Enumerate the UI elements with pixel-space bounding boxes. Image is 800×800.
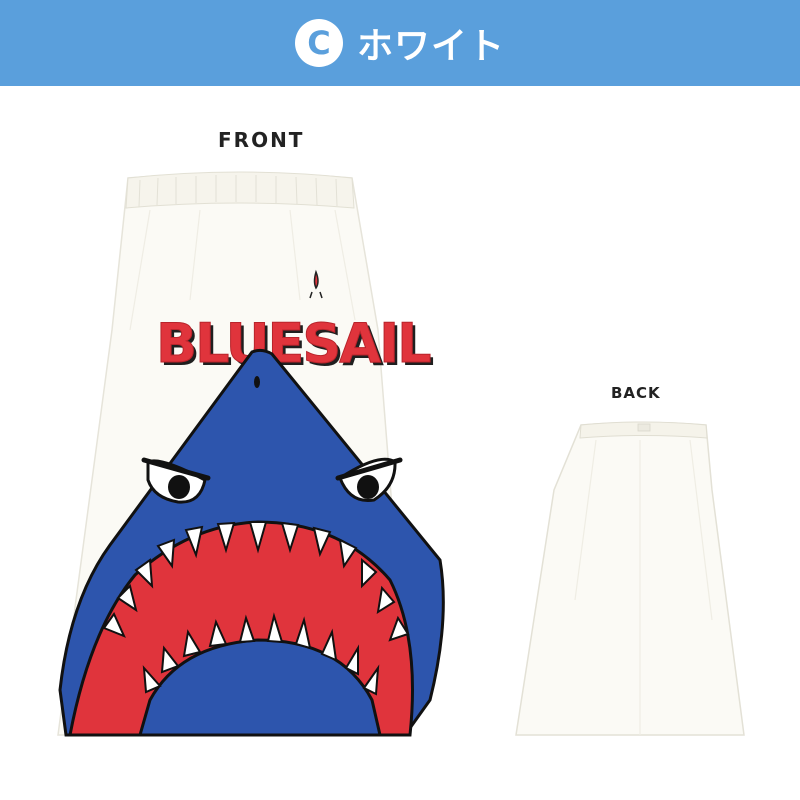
back-towel-body <box>515 421 745 736</box>
brand-text: BLUESAIL <box>156 312 430 375</box>
back-towel <box>515 421 745 736</box>
front-towel: BLUESAIL BLUESAIL <box>57 171 445 737</box>
front-waistband <box>125 171 355 209</box>
shark-nostril <box>254 376 260 388</box>
product-illustration: BLUESAIL BLUESAIL <box>57 171 745 737</box>
back-tag <box>637 423 651 432</box>
brand-print: BLUESAIL BLUESAIL <box>156 312 436 379</box>
spray-drop <box>313 269 319 290</box>
